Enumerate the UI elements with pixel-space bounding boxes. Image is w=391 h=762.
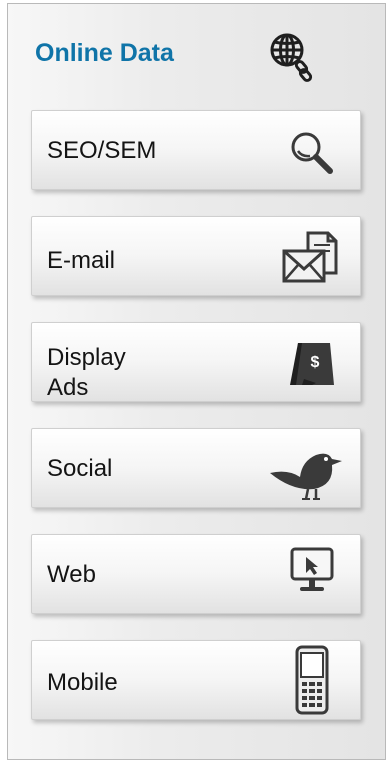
web-label: Web [47,561,96,588]
bird-icon [268,433,348,505]
mobile-card[interactable]: Mobile [31,640,361,720]
social-card[interactable]: Social [31,428,361,508]
mobile-phone-icon [294,645,330,717]
magnifier-icon [288,129,338,177]
seo-sem-label: SEO/SEM [47,137,157,164]
social-label: Social [47,455,113,482]
seo-sem-card[interactable]: SEO/SEM [31,110,361,190]
envelope-document-icon [280,231,342,287]
display-ads-label: Display Ads [47,344,126,401]
svg-text:$: $ [311,354,320,371]
display-ads-card[interactable]: Display Ads $ [31,322,361,402]
online-data-panel: Online Data SEO/SEM E-mail Display Ads $… [7,3,386,760]
email-label: E-mail [47,247,116,274]
panel-header: Online Data [35,33,355,85]
globe-link-icon [268,31,314,83]
monitor-cursor-icon [288,545,338,599]
panel-title: Online Data [35,39,174,67]
web-card[interactable]: Web [31,534,361,614]
mobile-label: Mobile [47,669,118,696]
email-card[interactable]: E-mail [31,216,361,296]
sandwich-board-sign-icon: $ [286,339,336,389]
